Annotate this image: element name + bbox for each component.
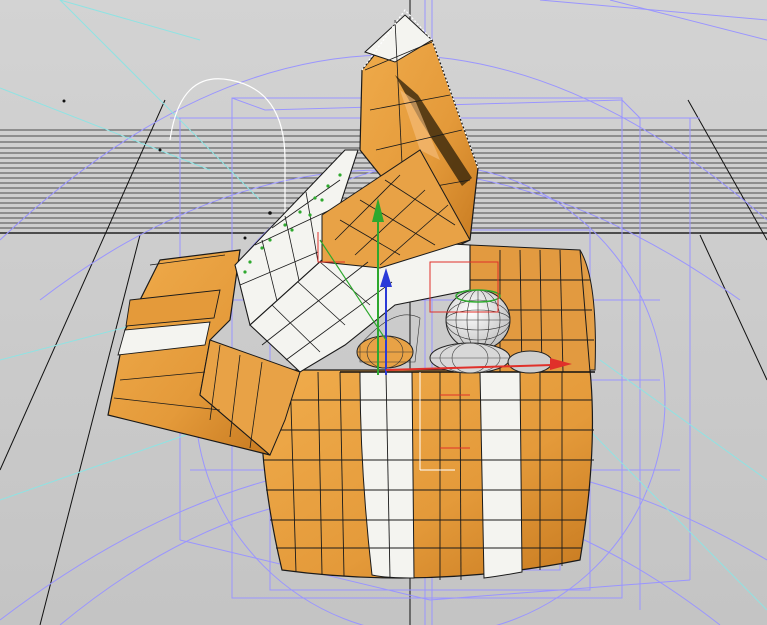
scene-canvas[interactable] bbox=[0, 0, 767, 625]
3d-viewport[interactable] bbox=[0, 0, 767, 625]
